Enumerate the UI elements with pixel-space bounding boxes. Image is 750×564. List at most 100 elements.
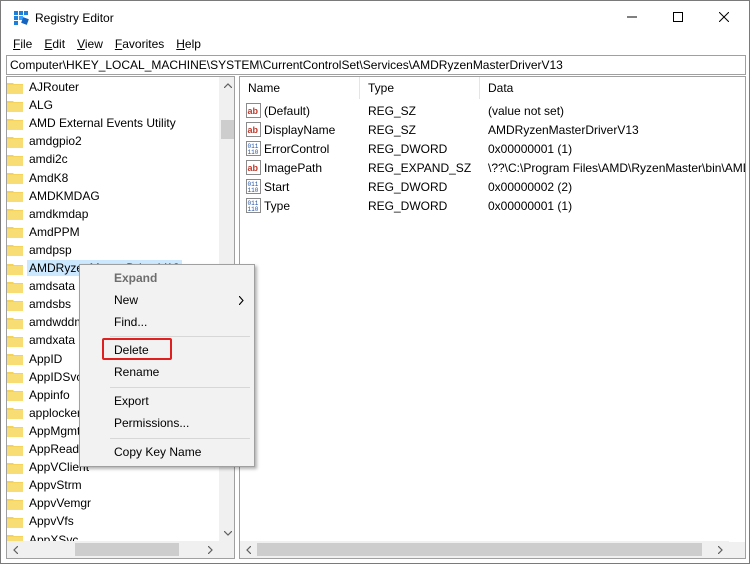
- context-menu-new[interactable]: New: [80, 290, 254, 311]
- minimize-button[interactable]: [609, 1, 655, 33]
- tree-hscroll-thumb[interactable]: [75, 543, 179, 556]
- folder-icon: [7, 480, 23, 492]
- value-name-cell: 011 110 Start: [240, 179, 360, 194]
- svg-text:110: 110: [248, 206, 259, 213]
- folder-icon: [7, 299, 23, 311]
- folder-icon: [7, 408, 23, 420]
- tree-item-label: AJRouter: [29, 80, 80, 94]
- tree-item[interactable]: AppvStrm: [7, 476, 219, 494]
- close-button[interactable]: [701, 1, 747, 33]
- tree-item[interactable]: amdgpio2: [7, 132, 219, 150]
- value-row[interactable]: 011 110 Start REG_DWORD 0x00000002 (2): [240, 177, 745, 196]
- column-header-data[interactable]: Data: [480, 77, 745, 99]
- value-data: \??\C:\Program Files\AMD\RyzenMaster\bin…: [488, 160, 745, 175]
- submenu-arrow-icon: [238, 290, 244, 313]
- tree-scroll-thumb[interactable]: [221, 120, 234, 139]
- value-name: Start: [264, 179, 290, 194]
- context-menu-find[interactable]: Find...: [80, 312, 254, 333]
- menu-edit[interactable]: Edit: [38, 34, 71, 54]
- tree-item[interactable]: ALG: [7, 96, 219, 114]
- tree-item[interactable]: amdpsp: [7, 241, 219, 259]
- folder-icon: [7, 173, 23, 184]
- context-menu-export[interactable]: Export: [80, 391, 254, 412]
- folder-icon: [7, 118, 23, 130]
- value-row[interactable]: 011 110 ErrorControl REG_DWORD 0x00000001 (1…: [240, 139, 745, 158]
- tree-item[interactable]: amdkmdap: [7, 205, 219, 223]
- context-menu-rename[interactable]: Rename: [80, 362, 254, 383]
- value-row[interactable]: ab (Default) REG_SZ (value not set): [240, 101, 745, 120]
- tree-item[interactable]: AmdK8: [7, 169, 219, 187]
- context-menu-expand[interactable]: Expand: [80, 268, 254, 289]
- maximize-button[interactable]: [655, 1, 701, 33]
- folder-icon: [7, 498, 23, 510]
- chevron-right-icon: [208, 545, 213, 554]
- address-bar[interactable]: Computer\HKEY_LOCAL_MACHINE\SYSTEM\Curre…: [6, 55, 746, 75]
- tree-item-label: AppvStrm: [29, 478, 82, 493]
- context-menu-permissions[interactable]: Permissions...: [80, 413, 254, 434]
- column-header-type[interactable]: Type: [360, 77, 480, 99]
- value-row[interactable]: 011 110 Type REG_DWORD 0x00000001 (1): [240, 196, 745, 215]
- folder-icon: [7, 82, 23, 94]
- registry-editor-window: Registry Editor File Edit View Favorites…: [0, 0, 750, 564]
- folder-icon: [7, 335, 23, 347]
- value-name: ErrorControl: [264, 141, 330, 156]
- window-title: Registry Editor: [35, 11, 114, 25]
- svg-text:ab: ab: [248, 106, 259, 116]
- values-horizontal-scrollbar[interactable]: [240, 541, 729, 558]
- tree-item[interactable]: amdi2c: [7, 150, 219, 168]
- folder-icon: [7, 281, 23, 293]
- folder-icon: [7, 245, 23, 257]
- tree-item[interactable]: AmdPPM: [7, 223, 219, 241]
- menu-view[interactable]: View: [71, 34, 109, 54]
- chevron-left-icon: [13, 545, 18, 554]
- menu-favorites[interactable]: Favorites: [109, 34, 170, 54]
- scroll-left-arrow[interactable]: [7, 541, 24, 558]
- folder-icon: [7, 191, 23, 203]
- scrollbar-corner: [219, 542, 234, 558]
- menu-file[interactable]: File: [7, 34, 38, 54]
- tree-item-label: AppIDSvc: [29, 369, 83, 384]
- tree-horizontal-scrollbar[interactable]: [7, 541, 219, 558]
- tree-item[interactable]: AMD External Events Utility: [7, 114, 219, 132]
- value-type: REG_EXPAND_SZ: [368, 160, 472, 175]
- tree-item[interactable]: AJRouter: [7, 78, 219, 96]
- column-header-name[interactable]: Name: [240, 77, 360, 99]
- svg-text:ab: ab: [248, 163, 259, 173]
- folder-icon: [7, 444, 23, 456]
- title-bar[interactable]: Registry Editor: [1, 1, 749, 34]
- tree-item-label: AmdK8: [29, 170, 69, 185]
- value-row[interactable]: ab ImagePath REG_EXPAND_SZ \??\C:\Program F…: [240, 158, 745, 177]
- tree-item-label: amdpsp: [29, 242, 72, 257]
- string-value-icon: ab: [246, 160, 261, 175]
- value-type: REG_DWORD: [368, 179, 448, 194]
- folder-icon: [7, 372, 23, 384]
- menu-help[interactable]: Help: [170, 34, 207, 54]
- tree-item[interactable]: AppvVfs: [7, 512, 219, 530]
- tree-item[interactable]: AppvVemgr: [7, 494, 219, 512]
- menu-bar: File Edit View Favorites Help: [1, 34, 749, 54]
- tree-item-label: AppID: [29, 351, 63, 366]
- tree-item-label: AMDKMDAG: [29, 188, 100, 203]
- tree-item-label: amdxata: [29, 333, 76, 348]
- values-pane: Name Type Data ab (Default) REG_SZ (value n…: [239, 76, 746, 559]
- folder-icon: [7, 516, 23, 528]
- scroll-up-arrow[interactable]: [219, 77, 234, 94]
- value-name-cell: ab ImagePath: [240, 160, 360, 175]
- value-data: 0x00000002 (2): [488, 179, 573, 194]
- value-data: 0x00000001 (1): [488, 198, 573, 213]
- menu-separator: [110, 336, 250, 337]
- menu-separator: [110, 438, 250, 439]
- folder-icon: [7, 317, 23, 329]
- tree-item[interactable]: AMDKMDAG: [7, 187, 219, 205]
- values-hscroll-thumb[interactable]: [257, 543, 702, 556]
- chevron-right-icon: [718, 545, 723, 554]
- scroll-left-arrow[interactable]: [240, 541, 257, 558]
- scroll-down-arrow[interactable]: [219, 525, 234, 542]
- value-row[interactable]: ab DisplayName REG_SZ AMDRyzenMasterDriverV…: [240, 120, 745, 139]
- svg-text:110: 110: [248, 149, 259, 156]
- context-menu-copy-key-name[interactable]: Copy Key Name: [80, 442, 254, 463]
- context-menu-new-label: New: [114, 293, 139, 307]
- scroll-right-arrow[interactable]: [202, 541, 219, 558]
- tree-item-label: AMD External Events Utility: [29, 116, 176, 131]
- scroll-right-arrow[interactable]: [712, 541, 729, 558]
